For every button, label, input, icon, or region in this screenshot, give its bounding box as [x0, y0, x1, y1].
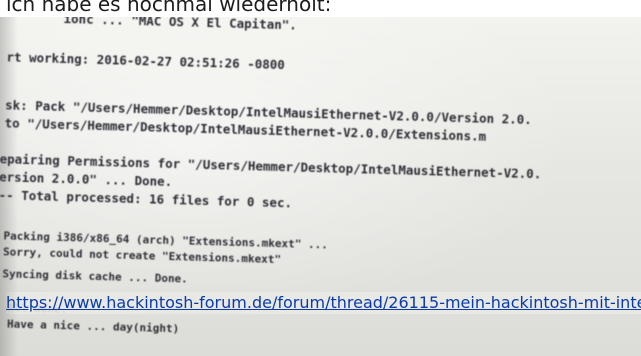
terminal-line: ionc ... "MAC OS X El Capitan". — [63, 17, 298, 33]
terminal-line: Have a nice ... day(night) — [6, 317, 180, 336]
terminal-line: Syncing disk cache ... Done. — [2, 267, 188, 286]
post-caption: ich habe es nochmal wiederholt: — [0, 0, 641, 17]
forum-thread-link[interactable]: https://www.hackintosh-forum.de/forum/th… — [6, 292, 641, 314]
terminal-photo: ionc ... "MAC OS X El Capitan". rt worki… — [0, 17, 641, 356]
terminal-line: rt working: 2016-02-27 02:51:26 -0800 — [6, 49, 286, 73]
terminal-line: -- Total processed: 16 files for 0 sec. — [0, 187, 293, 211]
terminal-line: ersion 2.0.0" ... Done. — [0, 169, 173, 190]
terminal-output: ionc ... "MAC OS X El Capitan". rt worki… — [0, 17, 641, 335]
